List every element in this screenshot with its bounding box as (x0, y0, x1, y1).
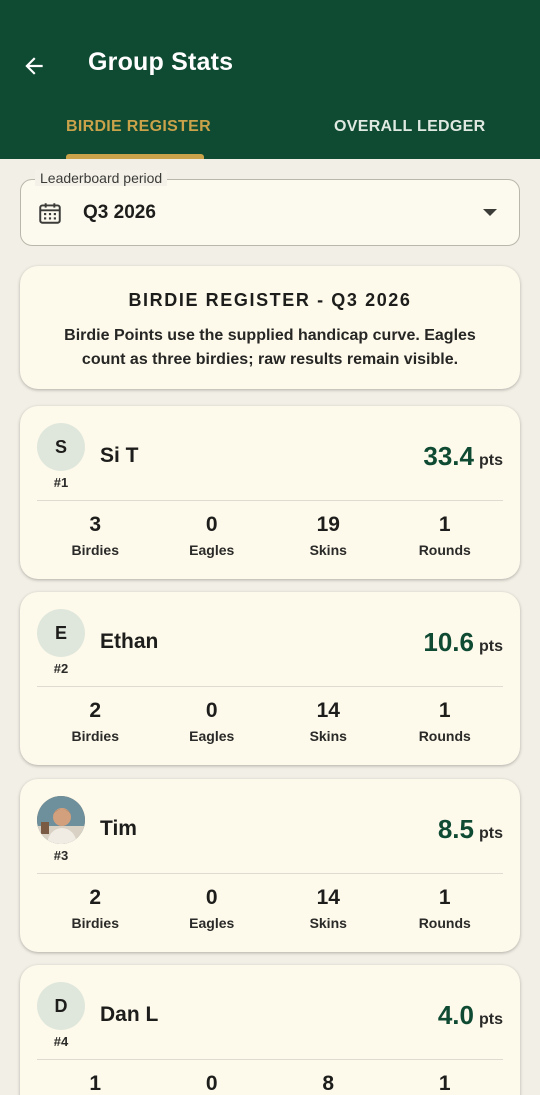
avatar: E (37, 609, 85, 657)
player-card[interactable]: S #1 Si T 33.4 pts 3 Birdies 0 Eagles 19… (20, 406, 520, 579)
player-points: 8.5 pts (438, 814, 503, 845)
avatar: D (37, 982, 85, 1030)
stat-value: 0 (205, 699, 218, 722)
stat-eagles: 0 Eagles (157, 1071, 267, 1095)
points-value: 8.5 (437, 814, 474, 844)
info-title: BIRDIE REGISTER - Q3 2026 (128, 290, 412, 310)
player-points: 10.6 pts (423, 627, 503, 658)
stat-label: Eagles (189, 915, 235, 931)
stat-label: Eagles (189, 728, 235, 744)
divider (37, 1059, 503, 1060)
stat-skins: 8 Skins (273, 1071, 383, 1095)
app-bar: Group Stats BIRDIE REGISTER OVERALL LEDG… (0, 0, 540, 159)
stat-value: 1 (438, 886, 451, 909)
rank: #1 (53, 475, 69, 490)
points-value: 4.0 (437, 1000, 474, 1030)
dropdown-caret-icon (483, 209, 497, 216)
stat-skins: 14 Skins (273, 698, 383, 744)
points-value: 33.4 (423, 441, 474, 471)
arrow-left-icon (25, 57, 43, 75)
period-value: Q3 2026 (83, 202, 156, 223)
stat-value: 0 (205, 1072, 218, 1095)
stat-birdies: 1 Birdies (40, 1071, 150, 1095)
tab-overall-ledger[interactable]: OVERALL LEDGER (334, 118, 485, 136)
stat-label: Skins (309, 542, 347, 558)
player-card[interactable]: #3 Tim 8.5 pts 2 Birdies 0 Eagles 14 Ski… (20, 779, 520, 952)
stat-value: 1 (438, 1072, 451, 1095)
stat-label: Rounds (418, 915, 471, 931)
stat-value: 0 (205, 513, 218, 536)
leaderboard-period-select[interactable]: Leaderboard period Q3 2026 (20, 170, 520, 246)
rank: #2 (53, 661, 69, 676)
stat-skins: 19 Skins (273, 512, 383, 558)
stat-label: Eagles (189, 542, 235, 558)
stat-rounds: 1 Rounds (390, 885, 500, 931)
stat-skins: 14 Skins (273, 885, 383, 931)
back-button[interactable] (18, 50, 50, 82)
stat-eagles: 0 Eagles (157, 512, 267, 558)
avatar-photo (37, 796, 85, 844)
divider (37, 686, 503, 687)
stat-label: Birdies (71, 915, 119, 931)
points-unit: pts (479, 638, 503, 655)
stat-value: 1 (438, 513, 451, 536)
stat-label: Skins (309, 728, 347, 744)
stat-label: Skins (309, 915, 347, 931)
stat-value: 1 (89, 1072, 102, 1095)
period-label: Leaderboard period (35, 170, 168, 186)
avatar (37, 796, 85, 844)
calendar-icon (39, 203, 61, 224)
player-name: Ethan (100, 630, 159, 653)
points-unit: pts (479, 1011, 503, 1028)
player-name: Tim (100, 817, 137, 840)
points-unit: pts (479, 452, 503, 469)
player-stats: 2 Birdies 0 Eagles 14 Skins 1 Rounds (37, 885, 503, 941)
info-body: Birdie Points use the supplied handicap … (64, 327, 476, 368)
rank: #4 (53, 1034, 69, 1049)
stat-eagles: 0 Eagles (157, 698, 267, 744)
stat-eagles: 0 Eagles (157, 885, 267, 931)
stat-rounds: 1 Rounds (390, 1071, 500, 1095)
stat-label: Birdies (71, 728, 119, 744)
player-points: 4.0 pts (438, 1000, 503, 1031)
stat-label: Birdies (71, 542, 119, 558)
divider (37, 873, 503, 874)
player-stats: 3 Birdies 0 Eagles 19 Skins 1 Rounds (37, 512, 503, 568)
stat-rounds: 1 Rounds (390, 698, 500, 744)
info-card: BIRDIE REGISTER - Q3 2026 Birdie Points … (20, 266, 520, 389)
stat-birdies: 2 Birdies (40, 698, 150, 744)
player-stats: 1 Birdies 0 Eagles 8 Skins 1 Rounds (37, 1071, 503, 1095)
stat-birdies: 3 Birdies (40, 512, 150, 558)
divider (37, 500, 503, 501)
player-name: Si T (100, 444, 139, 467)
avatar: S (37, 423, 85, 471)
tab-birdie-register[interactable]: BIRDIE REGISTER (66, 118, 211, 136)
stat-value: 2 (89, 886, 102, 909)
stat-value: 14 (316, 886, 340, 909)
player-name: Dan L (100, 1003, 159, 1026)
stat-value: 1 (438, 699, 451, 722)
stat-value: 2 (89, 699, 102, 722)
stat-birdies: 2 Birdies (40, 885, 150, 931)
stat-rounds: 1 Rounds (390, 512, 500, 558)
player-card[interactable]: E #2 Ethan 10.6 pts 2 Birdies 0 Eagles 1… (20, 592, 520, 765)
stat-label: Rounds (418, 728, 471, 744)
stat-value: 19 (316, 513, 340, 536)
player-stats: 2 Birdies 0 Eagles 14 Skins 1 Rounds (37, 698, 503, 754)
stat-value: 0 (205, 886, 218, 909)
active-tab-indicator (66, 154, 204, 159)
rank: #3 (53, 848, 69, 863)
points-value: 10.6 (423, 627, 474, 657)
stat-label: Rounds (418, 542, 471, 558)
player-card[interactable]: D #4 Dan L 4.0 pts 1 Birdies 0 Eagles 8 … (20, 965, 520, 1095)
page-title: Group Stats (88, 48, 234, 76)
points-unit: pts (479, 825, 503, 842)
player-points: 33.4 pts (423, 441, 503, 472)
stat-value: 8 (322, 1072, 335, 1095)
stat-value: 14 (316, 699, 340, 722)
stat-value: 3 (89, 513, 102, 536)
